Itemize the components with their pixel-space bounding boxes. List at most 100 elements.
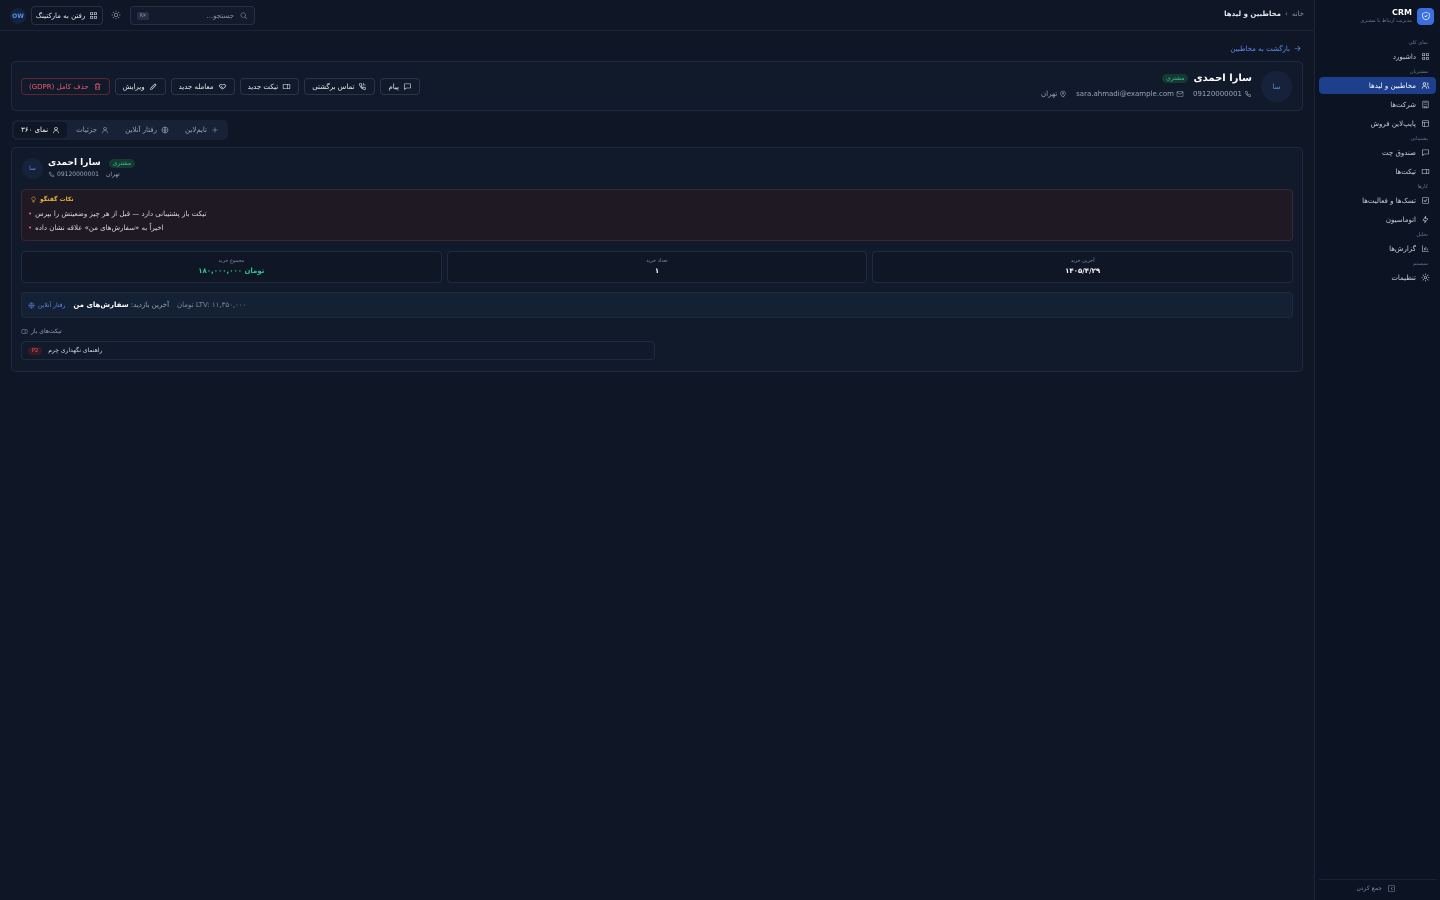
- contact-tabs: نمای ۳۶۰ جزئیات رفتار آنلاین تایم‌لاین: [12, 120, 229, 140]
- nav-group-label: سیستم: [1413, 261, 1428, 267]
- check-icon: [1422, 197, 1429, 204]
- tab-view-360[interactable]: نمای ۳۶۰: [14, 122, 68, 138]
- message-label: پیام: [388, 82, 399, 91]
- go-to-marketing-label: رفتن به مارکتینگ: [35, 11, 86, 20]
- crm-logo-icon: [1417, 7, 1434, 25]
- back-to-contacts-link[interactable]: بازگشت به مخاطبین: [1230, 44, 1302, 53]
- sidebar-item-label: تنظیمات: [1391, 273, 1416, 282]
- sidebar-item-automation[interactable]: اتوماسیون: [1319, 211, 1436, 228]
- online-behavior-link[interactable]: رفتار آنلاین: [28, 302, 65, 309]
- stat-total-purchase: مجموع خرید ۱۸۰,۰۰۰,۰۰۰ تومان: [21, 251, 442, 283]
- delete-gdpr-label: حذف کامل (GDPR): [29, 82, 89, 91]
- collapse-sidebar-button[interactable]: جمع کردن: [1319, 879, 1436, 896]
- grid-icon: [1422, 53, 1429, 60]
- delete-gdpr-button[interactable]: حذف کامل (GDPR): [21, 78, 110, 95]
- nav-group-label: پشتیبانی: [1410, 136, 1428, 142]
- tab-details[interactable]: جزئیات: [69, 122, 116, 138]
- contact-name: سارا احمدی: [48, 158, 101, 168]
- location-pin-icon: [1060, 90, 1066, 98]
- tab-timeline[interactable]: تایم‌لاین: [178, 122, 226, 138]
- collapse-label: جمع کردن: [1356, 884, 1382, 892]
- message-button[interactable]: پیام: [380, 78, 420, 95]
- contact-phone[interactable]: 09120000001: [1193, 90, 1252, 98]
- pipeline-icon: [1422, 120, 1429, 127]
- contact-phone-value: 09120000001: [1193, 90, 1242, 98]
- contact-email-value: sara.ahmadi@example.com: [1076, 90, 1174, 98]
- pencil-icon: [149, 83, 157, 90]
- talking-point-text: اخیراً به «سفارش‌های من» علاقه نشان داده: [35, 224, 164, 232]
- search-icon: [240, 12, 247, 19]
- stat-label: آخرین خرید: [1070, 258, 1095, 264]
- search-input[interactable]: جستجو... ⌘K: [130, 6, 255, 25]
- brand-subtitle: مدیریت ارتباط با مشتری: [1360, 17, 1412, 24]
- callback-label: تماس برگشتی: [312, 82, 355, 91]
- sidebar-item-dashboard[interactable]: داشبورد: [1319, 48, 1436, 65]
- stat-value: ۱: [654, 267, 660, 275]
- talking-point-text: تیکت باز پشتیبانی دارد — قبل از هر چیز و…: [35, 210, 207, 218]
- edit-label: ویرایش: [122, 82, 145, 91]
- last-visit: آخرین بازدید: سفارش‌های من: [73, 301, 169, 309]
- go-to-marketing-button[interactable]: رفتن به مارکتینگ: [31, 6, 103, 25]
- bullet-icon: •: [28, 210, 33, 218]
- contact-city: تهران: [1041, 90, 1067, 98]
- edit-button[interactable]: ویرایش: [114, 78, 166, 95]
- open-tickets-title: تیکت‌های باز: [21, 328, 62, 335]
- last-visit-page: سفارش‌های من: [73, 301, 129, 309]
- sidebar-item-contacts[interactable]: مخاطبین و لیدها: [1319, 77, 1436, 94]
- user-icon: [102, 127, 109, 134]
- user-avatar[interactable]: OW: [10, 8, 26, 24]
- sidebar-item-tickets[interactable]: تیکت‌ها: [1319, 163, 1436, 180]
- phone-callback-icon: [359, 82, 367, 90]
- callback-button[interactable]: تماس برگشتی: [304, 78, 376, 95]
- new-deal-label: معامله جدید: [178, 82, 214, 91]
- sidebar-item-reports[interactable]: گزارش‌ها: [1319, 240, 1436, 257]
- brand[interactable]: CRM مدیریت ارتباط با مشتری: [1321, 6, 1434, 26]
- ticket-row[interactable]: P2 راهنمای نگهداری چرم: [21, 341, 655, 360]
- gear-icon: [1421, 273, 1430, 282]
- sidebar-item-settings[interactable]: تنظیمات: [1319, 269, 1436, 286]
- nav-group-label: مشتریان: [1410, 69, 1428, 75]
- globe-icon: [161, 126, 169, 134]
- talking-points-title-text: نکات گفتگو: [40, 196, 74, 203]
- globe-icon: [28, 302, 35, 308]
- new-ticket-button[interactable]: تیکت جدید: [239, 78, 300, 95]
- sidebar-item-chat[interactable]: صندوق چت: [1319, 144, 1436, 161]
- tab-label: تایم‌لاین: [185, 126, 208, 134]
- new-deal-button[interactable]: معامله جدید: [170, 78, 235, 95]
- sidebar-item-companies[interactable]: شرکت‌ها: [1319, 96, 1436, 113]
- contact-avatar-small: سا: [22, 158, 43, 179]
- trash-icon: [93, 83, 101, 90]
- purchase-stats: مجموع خرید ۱۸۰,۰۰۰,۰۰۰ تومان تعداد خرید …: [21, 251, 1294, 283]
- view-360-panel: سا سارا احمدی مشتری 09120000001 تهران نک…: [11, 147, 1303, 372]
- theme-toggle-button[interactable]: [109, 8, 123, 22]
- sidebar-item-tasks[interactable]: تسک‌ها و فعالیت‌ها: [1319, 192, 1436, 209]
- breadcrumb-home[interactable]: خانه: [1292, 10, 1304, 18]
- message-icon: [404, 83, 411, 90]
- user-icon: [53, 127, 60, 134]
- search-shortcut: ⌘K: [137, 11, 150, 20]
- mail-icon: [1176, 91, 1184, 97]
- contact-email[interactable]: sara.ahmadi@example.com: [1076, 90, 1184, 98]
- contact-phone[interactable]: 09120000001: [48, 171, 99, 178]
- talking-point: • تیکت باز پشتیبانی دارد — قبل از هر چیز…: [28, 210, 206, 218]
- contact-meta: 09120000001 sara.ahmadi@example.com تهرا…: [1041, 90, 1252, 98]
- sidebar-nav: نمای کلی داشبورد مشتریان مخاطبین و لیدها…: [1319, 36, 1436, 288]
- contact-actions: حذف کامل (GDPR) ویرایش معامله جدید تیکت …: [21, 78, 420, 95]
- search-placeholder: جستجو...: [206, 11, 235, 20]
- stat-label: مجموع خرید: [218, 258, 245, 264]
- topbar: خانه › مخاطبین و لیدها جستجو... ⌘K رفتن …: [0, 0, 1314, 31]
- bullet-icon: •: [28, 224, 33, 232]
- last-visit-label: آخرین بازدید:: [130, 301, 170, 309]
- grid-icon: [90, 12, 98, 19]
- talking-point: • اخیراً به «سفارش‌های من» علاقه نشان دا…: [28, 224, 164, 232]
- back-to-contacts-label: بازگشت به مخاطبین: [1230, 44, 1290, 53]
- contact-city-value: تهران: [106, 171, 120, 178]
- chat-icon: [1422, 149, 1429, 156]
- sidebar-item-pipeline[interactable]: پایپ‌لاین فروش: [1319, 115, 1436, 132]
- online-behavior-summary: رفتار آنلاین آخرین بازدید: سفارش‌های من …: [21, 292, 1293, 318]
- sun-icon: [111, 10, 121, 20]
- sidebar-item-label: تسک‌ها و فعالیت‌ها: [1362, 196, 1416, 205]
- ltv-value: LTV: ۱۱,۳۵۰,۰۰۰ تومان: [177, 301, 247, 309]
- breadcrumb-separator: ›: [1285, 10, 1288, 18]
- tab-online-behavior[interactable]: رفتار آنلاین: [118, 122, 176, 138]
